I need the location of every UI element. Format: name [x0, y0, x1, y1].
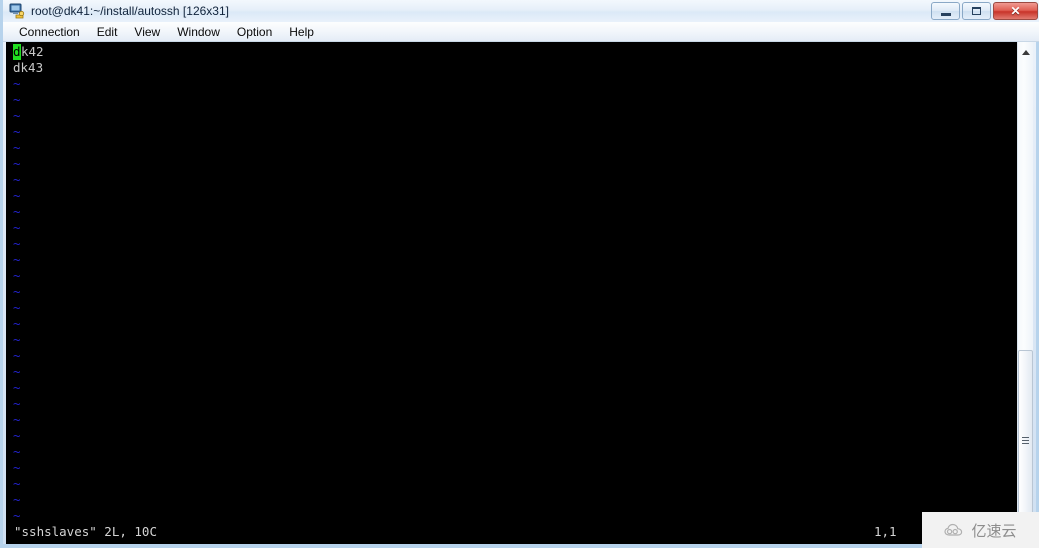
terminal-empty-line: ~ — [13, 156, 21, 171]
terminal-text-line: dk42 — [13, 44, 1023, 60]
menu-item-option[interactable]: Option — [229, 23, 281, 41]
terminal-empty-line: ~ — [13, 204, 21, 219]
terminal-empty-line: ~ — [13, 220, 21, 235]
terminal-app-icon — [9, 3, 25, 19]
terminal-empty-line: ~ — [13, 188, 21, 203]
terminal-empty-line: ~ — [13, 364, 21, 379]
minimize-icon — [940, 12, 951, 16]
terminal-empty-line: ~ — [13, 476, 21, 491]
terminal-empty-line: ~ — [13, 444, 21, 459]
terminal-empty-line: ~ — [13, 236, 21, 251]
terminal-empty-line: ~ — [13, 332, 21, 347]
vim-status-line: "sshslaves" 2L, 10C 1,1 — [6, 522, 1023, 544]
terminal-empty-line: ~ — [13, 252, 21, 267]
terminal-empty-line: ~ — [13, 76, 21, 91]
menu-item-view[interactable]: View — [126, 23, 169, 41]
menu-item-window[interactable]: Window — [169, 23, 229, 41]
watermark: 亿速云 — [922, 512, 1039, 548]
terminal-window: root@dk41:~/install/autossh [126x31] ✕ C… — [0, 0, 1039, 548]
terminal-empty-line: ~ — [13, 172, 21, 187]
window-controls: ✕ — [931, 2, 1038, 20]
terminal-empty-line: ~ — [13, 428, 21, 443]
menu-item-connection[interactable]: Connection — [11, 23, 89, 41]
terminal-empty-line: ~ — [13, 284, 21, 299]
terminal-text-line: dk43 — [13, 60, 44, 75]
status-cursor-position: 1,1 — [874, 524, 897, 539]
terminal-empty-line: ~ — [13, 124, 21, 139]
terminal-empty-line: ~ — [13, 348, 21, 363]
terminal-empty-line: ~ — [13, 92, 21, 107]
terminal-screen[interactable]: dk42 dk43 ~ ~ ~ ~ ~ ~ ~ ~ ~ ~ ~ ~ ~ ~ ~ ~ ~ ~ ~ ~ ~ ~ ~ ~ ~ ~ ~ ~ — [6, 42, 1023, 544]
cloud-logo-icon — [944, 523, 966, 537]
terminal-empty-line: ~ — [13, 108, 21, 123]
terminal-empty-line: ~ — [13, 316, 21, 331]
terminal-empty-line: ~ — [13, 396, 21, 411]
terminal-empty-line: ~ — [13, 460, 21, 475]
terminal-empty-line: ~ — [13, 412, 21, 427]
terminal-empty-line: ~ — [13, 380, 21, 395]
terminal-cursor: d — [13, 44, 21, 60]
scrollbar-thumb[interactable] — [1018, 350, 1033, 530]
minimize-button[interactable] — [931, 2, 960, 20]
maximize-button[interactable] — [962, 2, 991, 20]
title-bar[interactable]: root@dk41:~/install/autossh [126x31] ✕ — [3, 0, 1039, 22]
scrollbar-grip-icon — [1022, 435, 1029, 446]
terminal-empty-line: ~ — [13, 268, 21, 283]
watermark-text: 亿速云 — [971, 521, 1017, 540]
vertical-scrollbar[interactable] — [1017, 42, 1033, 544]
terminal-empty-line: ~ — [13, 492, 21, 507]
menu-item-help[interactable]: Help — [281, 23, 323, 41]
status-file-info: "sshslaves" 2L, 10C — [14, 524, 157, 539]
maximize-icon — [972, 7, 981, 15]
terminal-text-area: dk42 dk43 ~ ~ ~ ~ ~ ~ ~ ~ ~ ~ ~ ~ ~ ~ ~ ~ ~ ~ ~ ~ ~ ~ ~ ~ ~ ~ ~ ~ — [13, 44, 1023, 524]
scrollbar-track[interactable] — [1018, 60, 1033, 544]
terminal-empty-line: ~ — [13, 300, 21, 315]
menu-item-edit[interactable]: Edit — [89, 23, 127, 41]
menu-bar: Connection Edit View Window Option Help — [3, 22, 1039, 42]
terminal-line-text: k42 — [21, 44, 44, 59]
scroll-up-arrow-icon[interactable] — [1018, 44, 1033, 60]
terminal-empty-line: ~ — [13, 140, 21, 155]
close-button[interactable]: ✕ — [993, 2, 1038, 20]
window-title: root@dk41:~/install/autossh [126x31] — [31, 4, 229, 18]
close-icon: ✕ — [1010, 4, 1021, 18]
